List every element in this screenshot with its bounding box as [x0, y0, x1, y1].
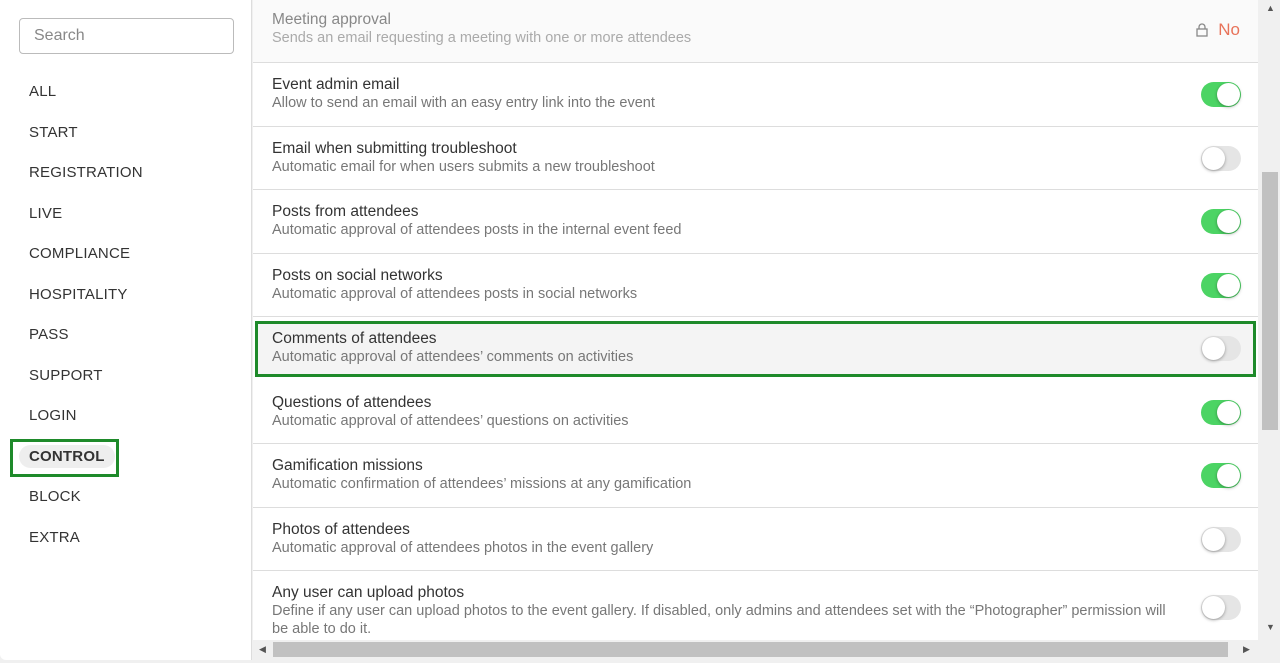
settings-list: Meeting approval Sends an email requesti…: [253, 0, 1258, 640]
setting-title: Photos of attendees: [272, 521, 410, 538]
setting-title: Meeting approval: [272, 11, 391, 28]
vertical-scroll-thumb[interactable]: [1262, 172, 1278, 430]
setting-row: Photos of attendees Automatic approval o…: [253, 508, 1258, 571]
scroll-up-icon[interactable]: ▲: [1266, 3, 1275, 13]
toggle-switch[interactable]: [1201, 82, 1241, 107]
setting-row: Posts from attendees Automatic approval …: [253, 190, 1258, 254]
setting-row: Gamification missions Automatic confirma…: [253, 444, 1258, 508]
scroll-down-icon[interactable]: ▼: [1266, 622, 1275, 632]
setting-row: Event admin email Allow to send an email…: [253, 63, 1258, 127]
toggle-switch[interactable]: [1201, 336, 1241, 361]
sidebar-item-hospitality[interactable]: HOSPITALITY: [29, 286, 128, 303]
setting-description: Define if any user can upload photos to …: [272, 603, 1166, 637]
setting-description: Automatic approval of attendees posts in…: [272, 222, 682, 238]
setting-title: Posts from attendees: [272, 203, 419, 220]
sidebar-item-pass[interactable]: PASS: [29, 326, 69, 343]
sidebar-item-start[interactable]: START: [29, 124, 78, 141]
setting-title: Comments of attendees: [272, 330, 437, 347]
setting-title: Email when submitting troubleshoot: [272, 140, 517, 157]
setting-description: Automatic approval of attendees posts in…: [272, 286, 638, 302]
sidebar-item-live[interactable]: LIVE: [29, 205, 62, 222]
setting-row: Meeting approval Sends an email requesti…: [253, 0, 1258, 63]
sidebar-item-extra[interactable]: EXTRA: [29, 529, 80, 546]
toggle-switch[interactable]: [1201, 272, 1241, 298]
lock-icon: [1196, 23, 1208, 37]
setting-title: Any user can upload photos: [272, 584, 465, 601]
scroll-right-icon[interactable]: ▶: [1243, 644, 1250, 655]
setting-description: Automatic approval of attendees photos i…: [272, 540, 654, 556]
setting-row: Comments of attendees Automatic approval…: [255, 321, 1256, 377]
scroll-left-icon[interactable]: ◀: [259, 644, 266, 655]
setting-description: Automatic confirmation of attendees’ mis…: [272, 476, 692, 492]
horizontal-scrollbar[interactable]: ◀ ▶: [253, 641, 1258, 658]
search-input[interactable]: [19, 18, 234, 54]
setting-row: Email when submitting troubleshoot Autom…: [253, 127, 1258, 190]
sidebar-item-registration[interactable]: REGISTRATION: [29, 164, 143, 181]
toggle-switch[interactable]: [1201, 145, 1241, 171]
setting-title: Gamification missions: [272, 457, 423, 474]
sidebar-item-block[interactable]: BLOCK: [29, 488, 81, 505]
setting-description: Automatic email for when users submits a…: [272, 159, 655, 175]
toggle-switch[interactable]: [1201, 463, 1241, 488]
setting-row: Any user can upload photos Define if any…: [253, 571, 1258, 640]
toggle-switch[interactable]: [1201, 526, 1241, 552]
toggle-switch[interactable]: [1201, 209, 1241, 234]
setting-description: Sends an email requesting a meeting with…: [272, 30, 692, 46]
setting-description: Allow to send an email with an easy entr…: [272, 95, 655, 111]
horizontal-scroll-thumb[interactable]: [273, 642, 1228, 657]
setting-title: Questions of attendees: [272, 394, 432, 411]
sidebar-item-compliance[interactable]: COMPLIANCE: [29, 245, 130, 262]
setting-title: Event admin email: [272, 76, 400, 93]
setting-row: Posts on social networks Automatic appro…: [253, 254, 1258, 317]
toggle-switch[interactable]: [1201, 399, 1241, 425]
toggle-switch[interactable]: [1201, 594, 1241, 620]
sidebar-item-login[interactable]: LOGIN: [29, 407, 77, 424]
setting-row: Questions of attendees Automatic approva…: [253, 381, 1258, 444]
locked-value: No: [1218, 20, 1240, 39]
sidebar-item-support[interactable]: SUPPORT: [29, 367, 103, 384]
setting-description: Automatic approval of attendees’ questio…: [272, 413, 629, 429]
selection-highlight: [10, 439, 119, 477]
vertical-scrollbar[interactable]: ▲ ▼: [1260, 0, 1280, 640]
setting-description: Automatic approval of attendees’ comment…: [272, 349, 634, 365]
setting-title: Posts on social networks: [272, 267, 443, 284]
sidebar: ALL START REGISTRATION LIVE COMPLIANCE HOSPIT…: [0, 0, 252, 660]
sidebar-item-all[interactable]: ALL: [29, 83, 56, 100]
